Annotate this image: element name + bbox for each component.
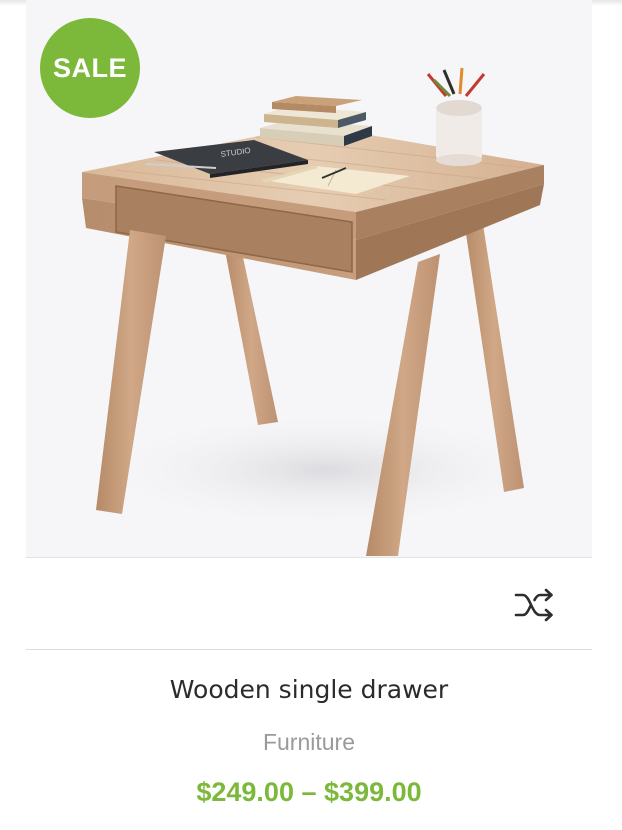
- price-min: $249.00: [196, 777, 294, 807]
- product-title-text[interactable]: Wooden single drawer: [170, 675, 448, 704]
- pencil-cup: [426, 67, 486, 166]
- shuffle-compare-icon: [514, 588, 553, 622]
- compare-button[interactable]: [512, 582, 558, 628]
- product-card: STUDIO SALE Wooden single drawer Furnitu…: [26, 0, 592, 830]
- action-divider: [26, 649, 592, 650]
- back-left-leg: [224, 243, 278, 425]
- price-max: $399.00: [324, 777, 422, 807]
- product-category-link[interactable]: Furniture: [26, 726, 592, 758]
- price-separator: –: [301, 777, 317, 807]
- floor-shadow: [86, 410, 566, 530]
- product-price-range: $249.00 – $399.00: [26, 774, 592, 810]
- sale-badge: SALE: [40, 18, 140, 118]
- product-action-bar: [26, 558, 592, 649]
- product-title[interactable]: Wooden single drawer: [26, 672, 592, 708]
- book-stack: [260, 96, 372, 146]
